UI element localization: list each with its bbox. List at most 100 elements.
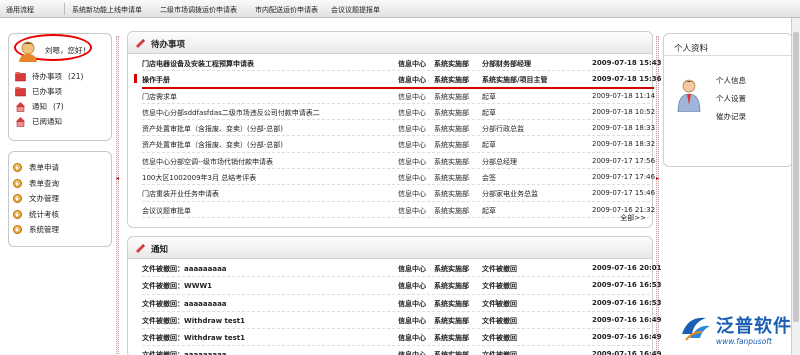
scrollbar-thumb[interactable]: [793, 32, 799, 322]
brand-logo: 泛普软件 www.fanpusoft: [676, 306, 791, 352]
profile-panel: 个人资料 个人信息 个人设置 催办记录: [663, 33, 793, 167]
menu-item-form-apply[interactable]: 表单申请: [9, 160, 111, 176]
notice-title[interactable]: 文件被撤回：Withdraw test1: [142, 316, 245, 326]
personal-info-link[interactable]: 个人信息: [716, 72, 746, 90]
todo-title[interactable]: 会议议题审批单: [142, 206, 191, 216]
todo-status: 分部财务部经理: [482, 60, 531, 68]
nav-item-done[interactable]: 已办事项: [15, 84, 83, 99]
arrow-bullet-icon: [13, 178, 22, 188]
right-sidebar: 个人资料 个人信息 个人设置 催办记录: [663, 33, 793, 167]
todo-status: 分部总经理: [482, 157, 517, 166]
todo-title[interactable]: 门店电器设备及安装工程预算申请表: [142, 59, 254, 69]
function-menu-panel: 表单申请 表单查询 文办管理 统计考核 系统管理: [8, 151, 112, 247]
todo-title[interactable]: 门店重装开业任务申请表: [142, 189, 219, 199]
todo-row[interactable]: 资产处置审批单（含报废、变卖）(分部-总部) 信息中心 系统实施部 起草 2009-07…: [142, 136, 655, 153]
pencil-icon: [136, 244, 145, 253]
todo-department: 信息中心: [398, 76, 426, 85]
notice-row[interactable]: 文件被撤回：Withdraw test1 信息中心 系统实施部 文件被撤回 2009-0…: [142, 312, 662, 330]
todo-time: 2009-07-17 17:46: [592, 173, 656, 182]
topbar-item-feature-launch[interactable]: 系统新功能上线申请单: [72, 5, 142, 15]
topbar-item-secondary-market[interactable]: 二级市场调拨运价申请表: [160, 5, 237, 15]
todo-subdepartment: 系统实施部: [434, 157, 469, 166]
menu-item-form-query[interactable]: 表单查询: [9, 176, 111, 192]
todo-title[interactable]: 资产处置审批单（含报废、变卖）(分部-总部): [142, 124, 283, 134]
todo-title[interactable]: 资产处置审批单（含报废、变卖）(分部-总部): [142, 140, 283, 150]
todo-subdepartment: 系统实施部: [434, 125, 469, 134]
notice-row[interactable]: 文件被撤回：Withdraw test1 信息中心 系统实施部 文件被撤回 2009-0…: [142, 329, 662, 347]
done-folder-icon: [15, 87, 26, 97]
notice-title[interactable]: 文件被撤回：aaaaaaaaa: [142, 350, 227, 355]
todo-status: 系统实施部/项目主管: [482, 76, 548, 85]
todo-row[interactable]: 门店需求单 信息中心 系统实施部 起草 2009-07-18 11:14: [142, 88, 655, 104]
nav-list: 待办事项 (21) 已办事项 通知 (7) 已阅通知: [15, 69, 83, 129]
notice-row[interactable]: 文件被撤回：aaaaaaaaa信息中心系统实施部文件被撤回2009-07-16 …: [142, 295, 662, 312]
todo-row[interactable]: 门店电器设备及安装工程预算申请表 信息中心 系统实施部 分部财务部经理 2009-07-…: [142, 55, 662, 72]
todo-row[interactable]: 资产处置审批单（含报废、变卖）(分部-总部) 信息中心 系统实施部 分部行政总监 200…: [142, 120, 655, 137]
main-content: 待办事项 门店电器设备及安装工程预算申请表 信息中心 系统实施部 分部财务部经理 200…: [127, 31, 662, 355]
todo-row[interactable]: 会议议题审批单 信息中心 系统实施部 起草 2009-07-16 21:32: [142, 202, 655, 218]
todo-title[interactable]: 信息中心分部sddfasfdas二级市场违反公司付款申请表二: [142, 108, 320, 118]
reminder-records-link[interactable]: 催办记录: [716, 108, 746, 126]
todo-title[interactable]: 信息中心分部空调--级市场代销付款申请表: [142, 157, 273, 167]
todo-row[interactable]: 100大区1002009年3月 总结考评表 信息中心 系统实施部 会签 2009-07-…: [142, 169, 655, 186]
topbar-item-general-workflow[interactable]: 通用流程: [6, 5, 34, 15]
notice-time: 2009-07-16 16:49: [592, 333, 662, 342]
notice-house-icon: [16, 102, 25, 112]
todo-row[interactable]: 操作手册 信息中心 系统实施部 系统实施部/项目主管 2009-07-18 15:36: [134, 71, 662, 89]
read-notice-house-icon: [16, 117, 25, 127]
notice-title[interactable]: 文件被撤回：WWW1: [142, 281, 212, 291]
todo-subdepartment: 系统实施部: [434, 60, 469, 68]
user-greeting: 刘嗯，您好！: [45, 46, 90, 55]
arrow-bullet-icon: [13, 194, 22, 204]
pencil-icon: [136, 39, 145, 48]
notice-subdepartment: 系统实施部: [434, 334, 469, 343]
notice-row[interactable]: 文件被撤回：WWW1 信息中心 系统实施部 文件被撤回 2009-07-16 16:53: [142, 277, 662, 295]
nav-item-read-notice[interactable]: 已阅通知: [15, 114, 83, 129]
notice-title[interactable]: 文件被撤回：Withdraw test1: [142, 333, 245, 343]
profile-panel-header: 个人资料: [664, 34, 792, 56]
todo-panel-title: 待办事项: [151, 40, 186, 50]
notice-row[interactable]: 文件被撤回：aaaaaaaaa信息中心系统实施部文件被撤回2009-07-16 …: [142, 260, 662, 278]
todo-status: 起草: [482, 92, 496, 101]
notice-status: 文件被撤回: [482, 316, 517, 325]
menu-item-statistics[interactable]: 统计考核: [9, 207, 111, 223]
personal-settings-link[interactable]: 个人设置: [716, 90, 746, 108]
todo-list: 门店电器设备及安装工程预算申请表 信息中心 系统实施部 分部财务部经理 2009-07-…: [134, 55, 662, 218]
notice-status: 文件被撤回: [482, 282, 517, 291]
notice-department: 信息中心: [398, 334, 426, 343]
notice-title[interactable]: 文件被撤回：aaaaaaaaa: [142, 264, 227, 274]
todo-row[interactable]: 门店重装开业任务申请表 信息中心 系统实施部 分部家电业务总监 2009-07-17 1…: [142, 185, 655, 202]
left-collapse-splitter[interactable]: ◂: [116, 36, 119, 354]
menu-item-system-management[interactable]: 系统管理: [9, 222, 111, 238]
todo-department: 信息中心: [398, 108, 426, 117]
todo-department: 信息中心: [398, 157, 426, 166]
todo-subdepartment: 系统实施部: [434, 174, 469, 183]
urgent-flag-icon: [134, 74, 137, 84]
notice-subdepartment: 系统实施部: [434, 282, 469, 291]
notice-row[interactable]: 文件被撤回：aaaaaaaaa信息中心系统实施部文件被撤回2009-07-16 …: [142, 346, 662, 355]
topbar-item-city-delivery[interactable]: 市内配送运价申请表: [255, 5, 318, 15]
todo-department: 信息中心: [398, 92, 426, 101]
todo-title[interactable]: 门店需求单: [142, 92, 177, 102]
todo-title[interactable]: 操作手册: [142, 75, 170, 85]
nav-label: 已阅通知: [32, 117, 62, 126]
notice-title[interactable]: 文件被撤回：aaaaaaaaa: [142, 299, 227, 309]
todo-status: 起草: [482, 141, 496, 150]
todo-row[interactable]: 信息中心分部sddfasfdas二级市场违反公司付款申请表二 信息中心 系统实施部 起…: [142, 104, 655, 121]
todo-row[interactable]: 信息中心分部空调--级市场代销付款申请表 信息中心 系统实施部 分部总经理 2009-0…: [142, 153, 655, 170]
profile-panel-title: 个人资料: [674, 44, 709, 54]
topbar-item-meeting-topic[interactable]: 会议议题提报单: [331, 5, 380, 15]
todo-subdepartment: 系统实施部: [434, 76, 469, 85]
todo-title[interactable]: 100大区1002009年3月 总结考评表: [142, 173, 256, 183]
notice-subdepartment: 系统实施部: [434, 350, 469, 355]
menu-item-document-management[interactable]: 文办管理: [9, 191, 111, 207]
notice-department: 信息中心: [398, 299, 426, 308]
nav-item-todo[interactable]: 待办事项 (21): [15, 69, 83, 84]
notice-subdepartment: 系统实施部: [434, 316, 469, 325]
view-all-link[interactable]: 全部>>: [620, 213, 646, 223]
nav-item-notice[interactable]: 通知 (7): [15, 99, 83, 114]
brand-logo-icon: [682, 317, 710, 341]
page-scrollbar[interactable]: [791, 18, 800, 355]
notice-subdepartment: 系统实施部: [434, 299, 469, 308]
todo-time: 2009-07-18 18:32: [592, 140, 656, 149]
